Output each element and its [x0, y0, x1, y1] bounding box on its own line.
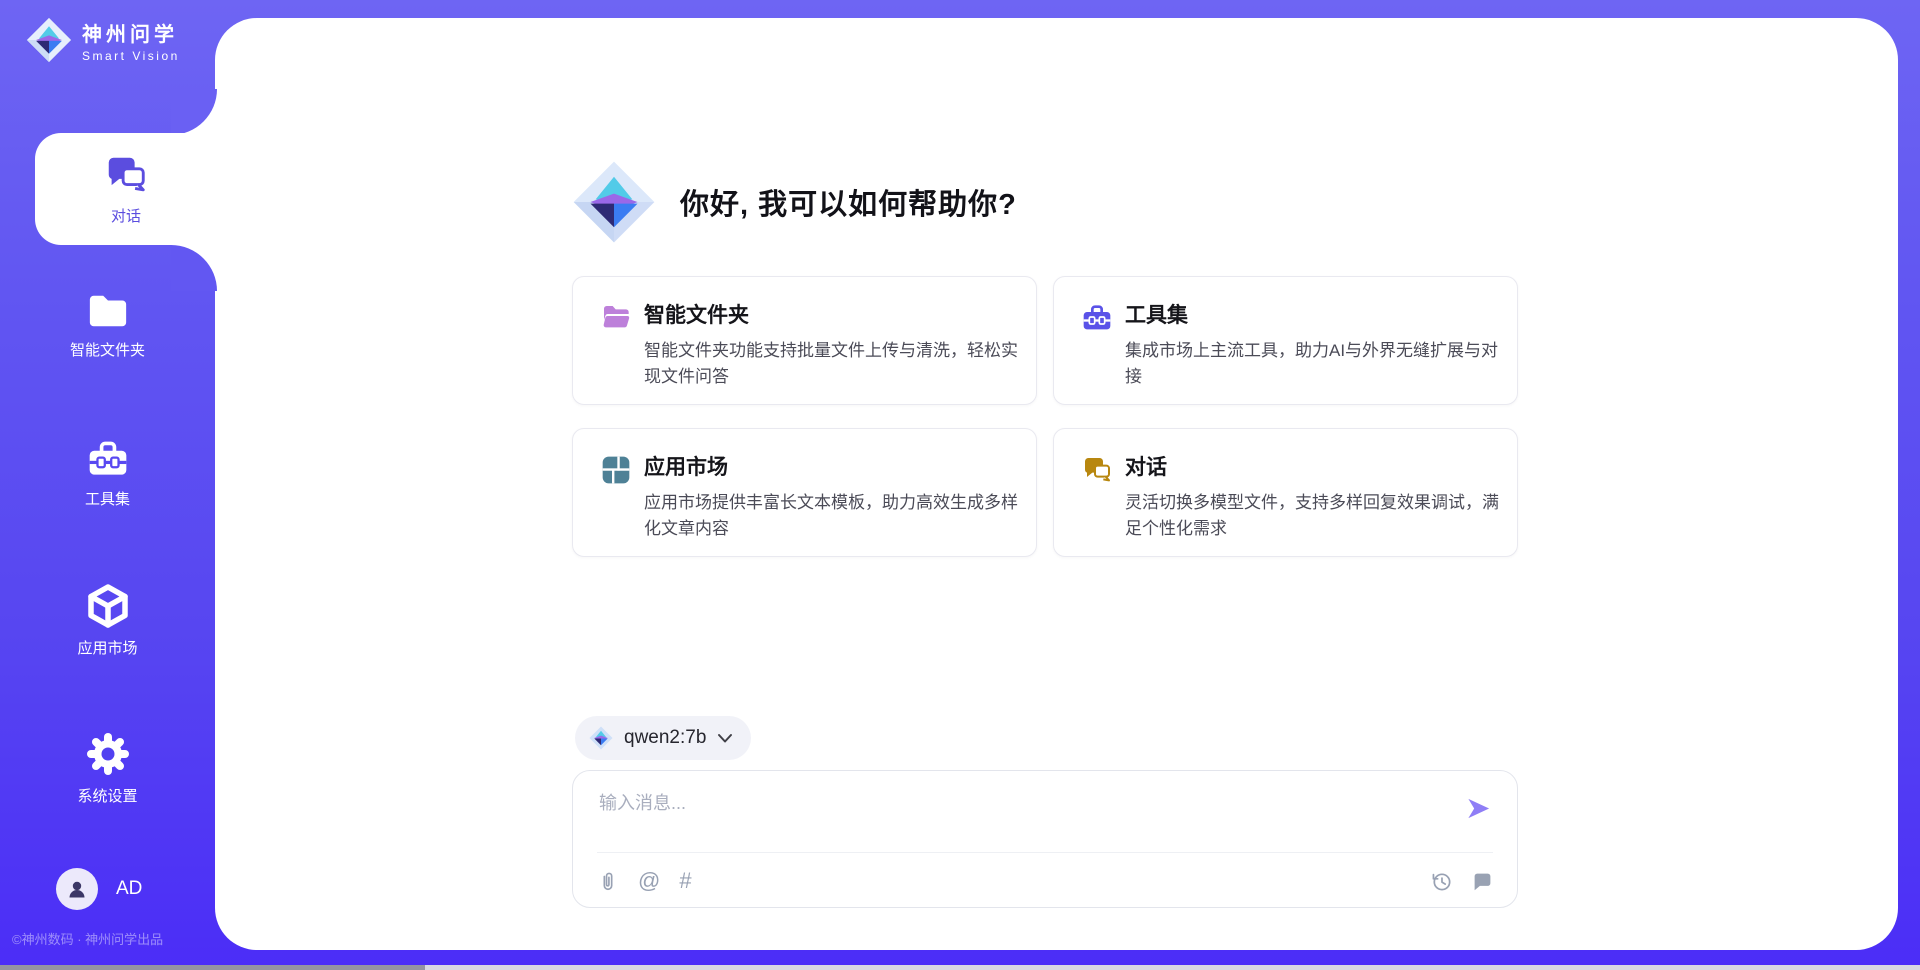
composer-divider: [597, 852, 1493, 853]
send-icon: [1465, 795, 1492, 822]
folder-icon: [84, 290, 132, 332]
brand-name: 神州问学: [82, 18, 180, 47]
sidebar-item-smart-folders[interactable]: 智能文件夹: [0, 290, 215, 360]
folder-icon: [600, 302, 632, 334]
cube-icon: [84, 582, 132, 630]
model-diamond-icon: [589, 726, 613, 750]
person-icon: [65, 877, 89, 901]
card-toolkit[interactable]: 工具集 集成市场上主流工具，助力AI与外界无缝扩展与对接: [1053, 276, 1518, 405]
card-title: 智能文件夹: [644, 299, 1012, 329]
sidebar-item-label: 智能文件夹: [70, 339, 145, 360]
model-name: qwen2:7b: [624, 727, 706, 749]
card-title: 对话: [1125, 451, 1493, 481]
sidebar-item-settings[interactable]: 系统设置: [0, 730, 215, 806]
sidebar-item-label: 对话: [111, 205, 141, 226]
card-description: 集成市场上主流工具，助力AI与外界无缝扩展与对接: [1125, 338, 1507, 390]
sidebar-item-label: 系统设置: [77, 785, 137, 806]
message-input[interactable]: [599, 789, 1439, 841]
horizontal-scrollbar[interactable]: [0, 965, 1920, 970]
brand-text: 神州问学 Smart Vision: [82, 18, 180, 63]
brand-diamond-icon: [26, 16, 72, 64]
message-composer: @ #: [572, 770, 1518, 908]
composer-right-tools: [1430, 870, 1493, 893]
sidebar-item-chat[interactable]: 对话: [35, 133, 217, 245]
grid-icon: [600, 454, 632, 486]
card-description: 灵活切换多模型文件，支持多样回复效果调试，满足个性化需求: [1125, 490, 1507, 542]
feature-cards: 智能文件夹 智能文件夹功能支持批量文件上传与清洗，轻松实现文件问答 工具集 集成…: [572, 276, 1518, 557]
chevron-down-icon: [717, 732, 733, 744]
card-title: 工具集: [1125, 299, 1493, 329]
message-icon[interactable]: [1472, 871, 1493, 892]
card-smart-folders[interactable]: 智能文件夹 智能文件夹功能支持批量文件上传与清洗，轻松实现文件问答: [572, 276, 1037, 405]
at-icon[interactable]: @: [638, 870, 660, 892]
toolbox-icon: [1081, 302, 1113, 334]
user-name: AD: [116, 878, 142, 900]
toolbox-icon: [84, 437, 132, 481]
brand-diamond-icon: [572, 160, 656, 244]
brand-subtitle: Smart Vision: [82, 49, 180, 63]
chat-icon: [1081, 454, 1113, 486]
send-button[interactable]: [1465, 795, 1492, 822]
model-selector[interactable]: qwen2:7b: [575, 716, 751, 760]
avatar: [56, 868, 98, 910]
greeting-block: 你好, 我可以如何帮助你?: [572, 160, 1017, 244]
copyright-footer: ©神州数码 · 神州问学出品: [12, 929, 163, 948]
card-description: 智能文件夹功能支持批量文件上传与清洗，轻松实现文件问答: [644, 338, 1026, 390]
page-title: 你好, 我可以如何帮助你?: [680, 181, 1017, 223]
card-chat[interactable]: 对话 灵活切换多模型文件，支持多样回复效果调试，满足个性化需求: [1053, 428, 1518, 557]
app-logo: 神州问学 Smart Vision: [26, 16, 180, 64]
sidebar-item-label: 工具集: [85, 488, 130, 509]
hash-icon[interactable]: #: [679, 870, 691, 892]
history-icon[interactable]: [1430, 870, 1453, 893]
composer-left-tools: @ #: [597, 869, 692, 893]
card-description: 应用市场提供丰富长文本模板，助力高效生成多样化文章内容: [644, 490, 1026, 542]
composer-toolbar: @ #: [597, 865, 1493, 897]
sidebar-item-label: 应用市场: [77, 637, 137, 658]
sidebar-item-toolkit[interactable]: 工具集: [0, 437, 215, 509]
sidebar-item-app-market[interactable]: 应用市场: [0, 582, 215, 658]
gear-icon: [84, 730, 132, 778]
user-profile[interactable]: AD: [56, 868, 142, 910]
chat-icon: [103, 152, 149, 198]
card-app-market[interactable]: 应用市场 应用市场提供丰富长文本模板，助力高效生成多样化文章内容: [572, 428, 1037, 557]
scrollbar-thumb[interactable]: [0, 965, 425, 970]
card-title: 应用市场: [644, 451, 1012, 481]
main-panel: 你好, 我可以如何帮助你? 智能文件夹 智能文件夹功能支持批量文件上传与清洗，轻…: [215, 18, 1898, 950]
paperclip-icon[interactable]: [597, 869, 619, 893]
